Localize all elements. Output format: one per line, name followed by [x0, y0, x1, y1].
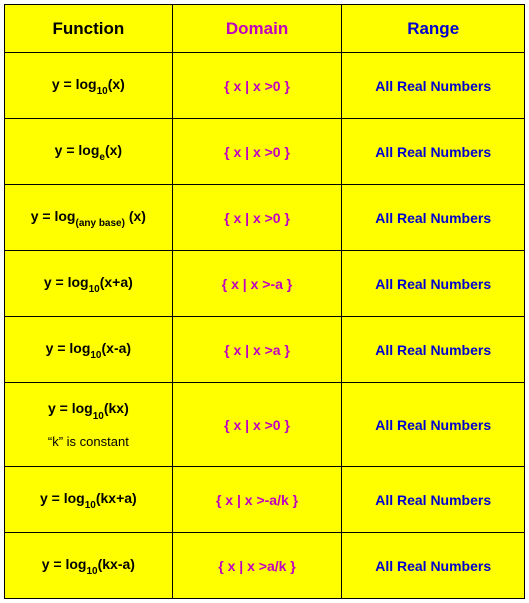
log-domain-range-table: Function Domain Range y = log10(x){ x | …	[4, 4, 525, 599]
cell-function: y = log(any base) (x)	[5, 185, 173, 251]
func-subscript: (any base)	[75, 218, 124, 229]
table-row: y = log10(x){ x | x >0 }All Real Numbers	[5, 53, 525, 119]
header-function: Function	[5, 5, 173, 53]
cell-range: All Real Numbers	[342, 467, 525, 533]
cell-function: y = log10(x-a)	[5, 317, 173, 383]
table-row: y = loge(x){ x | x >0 }All Real Numbers	[5, 119, 525, 185]
cell-domain: { x | x >0 }	[172, 119, 342, 185]
func-subscript: 10	[85, 500, 96, 511]
cell-function: y = loge(x)	[5, 119, 173, 185]
func-post: (kx)	[104, 400, 129, 416]
func-pre: y = log	[42, 556, 87, 572]
cell-range: All Real Numbers	[342, 383, 525, 467]
cell-domain: { x | x >-a }	[172, 251, 342, 317]
cell-domain: { x | x >0 }	[172, 185, 342, 251]
cell-range: All Real Numbers	[342, 533, 525, 599]
cell-range: All Real Numbers	[342, 119, 525, 185]
func-post: (x)	[125, 208, 146, 224]
func-subscript: 10	[93, 411, 104, 422]
func-pre: y = log	[31, 208, 76, 224]
func-subscript: e	[99, 152, 105, 163]
cell-range: All Real Numbers	[342, 317, 525, 383]
table-row: y = log10(x-a){ x | x >a }All Real Numbe…	[5, 317, 525, 383]
header-domain: Domain	[172, 5, 342, 53]
func-post: (x)	[108, 76, 125, 92]
table-row: y = log10(kx-a){ x | x >a/k }All Real Nu…	[5, 533, 525, 599]
func-subscript: 10	[97, 86, 108, 97]
table-row: y = log10(x+a){ x | x >-a }All Real Numb…	[5, 251, 525, 317]
cell-function: y = log10(x+a)	[5, 251, 173, 317]
cell-domain: { x | x >a }	[172, 317, 342, 383]
cell-domain: { x | x >0 }	[172, 53, 342, 119]
func-post: (x+a)	[100, 274, 133, 290]
func-pre: y = log	[44, 274, 89, 290]
cell-range: All Real Numbers	[342, 251, 525, 317]
cell-function: y = log10(kx+a)	[5, 467, 173, 533]
func-post: (kx+a)	[96, 490, 137, 506]
cell-domain: { x | x >0 }	[172, 383, 342, 467]
header-range: Range	[342, 5, 525, 53]
func-post: (x-a)	[102, 340, 132, 356]
func-subscript: 10	[89, 284, 100, 295]
cell-range: All Real Numbers	[342, 185, 525, 251]
cell-function: y = log10(kx) “k” is constant	[5, 383, 173, 467]
func-pre: y = log	[46, 340, 91, 356]
func-subscript: 10	[86, 566, 97, 577]
cell-domain: { x | x >a/k }	[172, 533, 342, 599]
func-pre: y = log	[48, 400, 93, 416]
func-post: (x)	[105, 142, 122, 158]
table-body: y = log10(x){ x | x >0 }All Real Numbers…	[5, 53, 525, 599]
func-pre: y = log	[40, 490, 85, 506]
cell-function: y = log10(kx-a)	[5, 533, 173, 599]
func-note: “k” is constant	[9, 434, 168, 449]
table-row: y = log(any base) (x){ x | x >0 }All Rea…	[5, 185, 525, 251]
func-subscript: 10	[90, 350, 101, 361]
func-post: (kx-a)	[98, 556, 135, 572]
func-pre: y = log	[52, 76, 97, 92]
func-pre: y = log	[55, 142, 100, 158]
header-row: Function Domain Range	[5, 5, 525, 53]
cell-domain: { x | x >-a/k }	[172, 467, 342, 533]
cell-range: All Real Numbers	[342, 53, 525, 119]
cell-function: y = log10(x)	[5, 53, 173, 119]
table-row: y = log10(kx+a){ x | x >-a/k }All Real N…	[5, 467, 525, 533]
table-row: y = log10(kx) “k” is constant { x | x >0 }…	[5, 383, 525, 467]
